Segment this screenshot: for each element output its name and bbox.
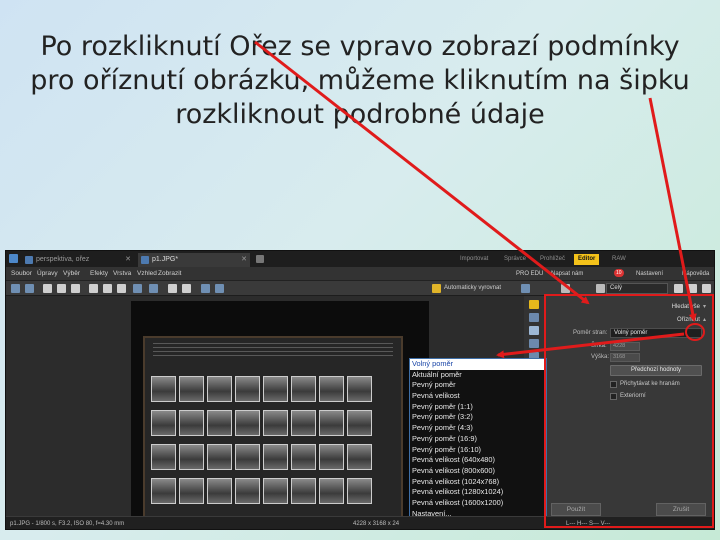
mode-importovat[interactable]: Importovat (456, 254, 492, 265)
ratio-option[interactable]: Pevný poměr (3:2) (410, 412, 546, 423)
mode-spravce[interactable]: Správce (500, 254, 530, 265)
image-icon (141, 256, 149, 264)
auto-level-icon (432, 284, 441, 293)
open-icon[interactable] (43, 284, 52, 293)
mode-raw[interactable]: RAW (608, 254, 630, 265)
ratio-option[interactable]: Pevný poměr (4:3) (410, 423, 546, 434)
mode-prohlizec[interactable]: Prohlížeč (536, 254, 569, 265)
brush-icon[interactable] (529, 313, 539, 322)
rotate-left-icon[interactable] (168, 284, 177, 293)
write-us-link[interactable]: Napsat nám (551, 267, 583, 281)
flip-icon[interactable] (521, 284, 530, 293)
status-file-info: p1.JPG - 1/800 s, F3.2, ISO 80, f=4.30 m… (10, 521, 125, 527)
actual-size-icon[interactable] (688, 284, 697, 293)
magic-icon[interactable] (529, 300, 539, 309)
highlight-circle (685, 323, 705, 341)
nav-right-icon[interactable] (25, 284, 34, 293)
ratio-option[interactable]: Pevná velikost (1280x1024) (410, 487, 546, 498)
settings-link[interactable]: Nastavení (636, 267, 663, 281)
ratio-option[interactable]: Volný poměr (410, 359, 546, 370)
rotate-right-icon[interactable] (182, 284, 191, 293)
select-icon[interactable] (529, 339, 539, 348)
menu-zobrazit[interactable]: Zobrazit (158, 267, 181, 281)
save-icon[interactable] (57, 284, 66, 293)
menu-vzhled[interactable]: Vzhled (137, 267, 157, 281)
view-icon[interactable] (201, 284, 210, 293)
paste-icon[interactable] (103, 284, 112, 293)
help-link[interactable]: Nápověda (682, 267, 709, 281)
auto-level-button[interactable]: Automaticky vyrovnat (444, 281, 501, 296)
new-tab-icon[interactable] (256, 255, 264, 263)
pro-edu-label: PRO EDU (516, 271, 544, 277)
ratio-option[interactable]: Pevná velikost (800x600) (410, 466, 546, 477)
mode-editor[interactable]: Editor (574, 254, 600, 265)
close-icon[interactable]: ✕ (241, 253, 247, 267)
copy-icon[interactable] (89, 284, 98, 293)
menu-soubor[interactable]: Soubor (11, 267, 32, 281)
ratio-option[interactable]: Aktuální poměr (410, 370, 546, 381)
menu-bar: Soubor Úpravy Výběr Efekty Vrstva Vzhled… (6, 267, 714, 281)
ratio-option[interactable]: Pevný poměr (1:1) (410, 402, 546, 413)
tab-label: p1.JPG* (152, 256, 179, 263)
title-line-3: rozkliknout podrobné údaje (175, 99, 545, 130)
redo-icon[interactable] (149, 284, 158, 293)
photo-preview (131, 301, 429, 526)
ratio-option[interactable]: Pevný poměr (16:9) (410, 434, 546, 445)
undo-icon[interactable] (133, 284, 142, 293)
tab-perspektiva[interactable]: perspektiva, ořez ✕ (22, 253, 134, 267)
zoom-select[interactable]: Celý (606, 283, 668, 294)
menu-upravy[interactable]: Úpravy (37, 267, 58, 281)
crop-icon[interactable] (529, 326, 539, 335)
app-logo-icon (9, 254, 18, 263)
ratio-option[interactable]: Pevná velikost (640x480) (410, 455, 546, 466)
ratio-option[interactable]: Pevná velikost (410, 391, 546, 402)
menu-efekty[interactable]: Efekty (90, 267, 108, 281)
menu-vyber[interactable]: Výběr (63, 267, 80, 281)
close-icon[interactable]: ✕ (125, 253, 131, 267)
ratio-option[interactable]: Pevná velikost (1600x1200) (410, 498, 546, 509)
ratio-option[interactable]: Pevný poměr (16:10) (410, 445, 546, 456)
ratio-option[interactable]: Pevný poměr (410, 380, 546, 391)
ratio-option[interactable]: Pevná velikost (1024x768) (410, 477, 546, 488)
image-icon (25, 256, 33, 264)
fullscreen-icon[interactable] (215, 284, 224, 293)
ratio-dropdown-list: Volný poměr Aktuální poměr Pevný poměr P… (409, 358, 547, 529)
zoom-out-icon[interactable] (561, 284, 570, 293)
nav-left-icon[interactable] (11, 284, 20, 293)
tab-label: perspektiva, ořez (36, 256, 90, 263)
print-icon[interactable] (71, 284, 80, 293)
status-dimensions: 4228 x 3168 x 24 (353, 521, 400, 527)
exhibit-board-image (143, 336, 403, 521)
grid-icon[interactable] (702, 284, 711, 293)
slide-title: Po rozkliknutí Ořez se vpravo zobrazí po… (20, 30, 700, 132)
tab-p1[interactable]: p1.JPG* ✕ (138, 253, 250, 267)
zoom-in-icon[interactable] (596, 284, 605, 293)
delete-icon[interactable] (117, 284, 126, 293)
title-line-2: pro oříznutí obrázku, můžeme kliknutím n… (30, 65, 690, 96)
mode-switcher: Importovat Správce Prohlížeč Editor RAW (456, 254, 646, 265)
tab-bar: perspektiva, ořez ✕ p1.JPG* ✕ Importovat… (6, 251, 714, 267)
notification-badge[interactable]: 10 (614, 267, 624, 281)
fit-icon[interactable] (674, 284, 683, 293)
menu-vrstva[interactable]: Vrstva (113, 267, 131, 281)
title-line-1: Po rozkliknutí Ořez se vpravo zobrazí po… (40, 31, 680, 62)
